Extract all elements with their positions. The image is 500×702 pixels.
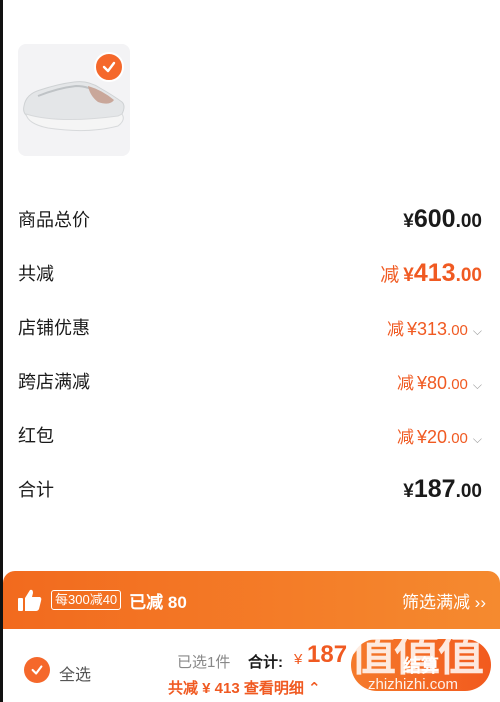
- row-total-price: 商品总价 ¥ 600 .00: [18, 204, 482, 234]
- row-cross-store-discount[interactable]: 跨店满减 减 ¥ 80 .00 ⌵: [18, 366, 482, 396]
- store-discount-label: 店铺优惠: [18, 318, 90, 338]
- view-details-link[interactable]: 共减 ¥ 413 查看明细 ⌃: [168, 677, 321, 698]
- watermark-url: zhizhizhi.com: [368, 676, 459, 693]
- cross-store-label: 跨店满减: [18, 372, 90, 392]
- checkmark-icon: [102, 61, 116, 73]
- bottom-total-label: 合计:: [248, 654, 283, 671]
- total-price-label: 商品总价: [18, 210, 90, 230]
- store-discount-value: 减 ¥ 313 .00 ⌵: [386, 318, 482, 339]
- subtotal-label: 合计: [18, 480, 54, 500]
- subtotal-value: ¥ 187 .00: [403, 474, 482, 503]
- chevron-down-icon: ⌵: [472, 431, 482, 446]
- checkmark-icon: [31, 665, 43, 675]
- select-all-label[interactable]: 全选: [59, 661, 91, 685]
- red-packet-value: 减 ¥ 20 .00 ⌵: [396, 426, 482, 447]
- total-price-value: ¥ 600 .00: [403, 204, 482, 233]
- bottom-total-yen: ¥: [294, 651, 303, 668]
- total-discount-value: 减 ¥ 413 .00: [380, 258, 482, 287]
- thumbs-up-icon: [18, 589, 42, 611]
- bottom-total-value: 187: [307, 641, 348, 668]
- chevron-down-icon: ⌵: [472, 323, 482, 338]
- selected-count: 已选1件: [177, 654, 231, 671]
- total-discount-label: 共减: [18, 264, 54, 284]
- red-packet-label: 红包: [18, 426, 54, 446]
- row-red-packet[interactable]: 红包 减 ¥ 20 .00 ⌵: [18, 420, 482, 450]
- row-store-discount[interactable]: 店铺优惠 减 ¥ 313 .00 ⌵: [18, 312, 482, 342]
- select-all-checkbox[interactable]: [24, 657, 50, 683]
- promo-text: 已减 80: [129, 592, 187, 612]
- cross-store-value: 减 ¥ 80 .00 ⌵: [396, 372, 482, 393]
- chevron-down-icon: ⌵: [472, 377, 482, 392]
- filter-discount-link[interactable]: 筛选满减 ››: [402, 588, 486, 613]
- promo-tag: 每300减40: [51, 590, 122, 610]
- watermark-logo: 值值值: [350, 628, 484, 680]
- row-subtotal: 合计 ¥ 187 .00: [18, 474, 482, 504]
- product-selected-check[interactable]: [94, 52, 124, 82]
- row-total-discount: 共减 减 ¥ 413 .00: [18, 258, 482, 288]
